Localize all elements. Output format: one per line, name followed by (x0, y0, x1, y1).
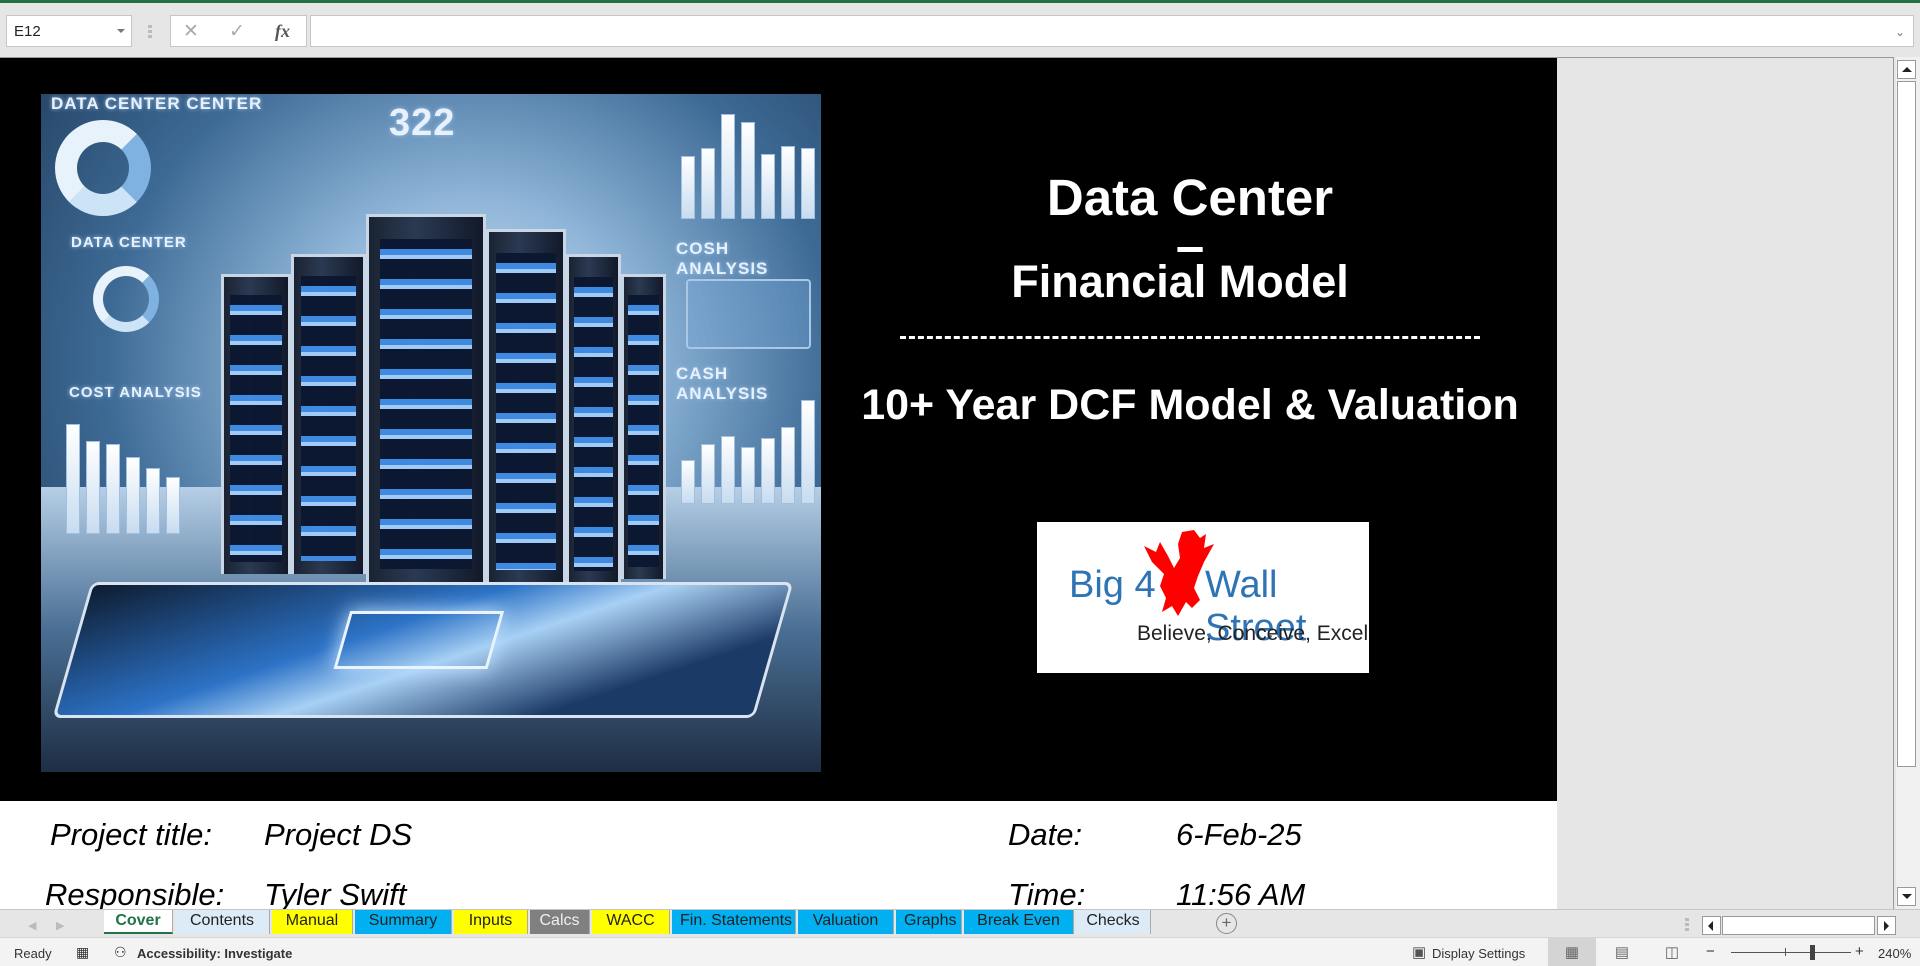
sheet-tab-valuation[interactable]: Valuation (798, 910, 894, 934)
accessibility-icon[interactable]: ⚇ (114, 944, 127, 961)
zoom-in-button[interactable]: + (1855, 943, 1864, 960)
insert-function-icon[interactable]: fx (275, 21, 290, 42)
zoom-slider[interactable] (1731, 952, 1851, 953)
zoom-slider-thumb[interactable] (1810, 945, 1815, 960)
cover-banner: DATA CENTER CENTER DATA CENTER COST ANAL… (0, 58, 1557, 801)
project-title-value[interactable]: Project DS (264, 817, 412, 853)
zoom-slider-midpoint (1785, 948, 1786, 956)
scroll-down-icon[interactable] (1897, 887, 1916, 906)
page-layout-icon: ▤ (1614, 944, 1630, 961)
server-rack-graphic (366, 214, 486, 584)
sheet-tab-wacc[interactable]: WACC (592, 910, 670, 934)
enter-icon[interactable]: ✓ (229, 20, 245, 43)
vertical-scrollbar[interactable] (1896, 57, 1920, 909)
date-label: Date: (1008, 817, 1083, 852)
hero-image: DATA CENTER CENTER DATA CENTER COST ANAL… (41, 94, 821, 772)
donut-chart-graphic (93, 266, 159, 332)
hud-label: DATA CENTER (71, 234, 187, 251)
expand-formula-bar-icon[interactable]: ⌄ (1895, 25, 1905, 39)
bar-chart-graphic (681, 114, 815, 219)
scroll-right-icon[interactable] (1877, 916, 1896, 935)
formula-input[interactable]: ⌄ (310, 15, 1914, 47)
horizontal-scrollbar[interactable] (1702, 916, 1896, 935)
time-value[interactable]: 11:56 AM (1176, 877, 1305, 913)
server-rack-graphic (291, 254, 366, 574)
responsible-label: Responsible: (45, 877, 225, 912)
add-sheet-button[interactable]: + (1216, 913, 1237, 934)
horizontal-scroll-thumb[interactable] (1722, 916, 1875, 935)
subtitle: 10+ Year DCF Model & Valuation (861, 381, 1519, 429)
hud-number: 322 (389, 102, 456, 144)
normal-view-button[interactable]: ▦ (1548, 938, 1596, 966)
title-line-2: Financial Model (1011, 256, 1349, 307)
logo-tagline: Believe, Conceive, Excel (1137, 622, 1369, 645)
hud-label: COSH ANALYSIS (676, 239, 769, 278)
formula-bar: E12 ✕ ✓ fx ⌄ (0, 3, 1920, 57)
tablet-graphic (52, 582, 794, 718)
sheet-tab-contents[interactable]: Contents (175, 910, 270, 934)
grid-icon: ▦ (1564, 944, 1580, 961)
donut-chart-graphic (55, 120, 151, 216)
sheet-tab-fin-statements[interactable]: Fin. Statements (672, 910, 796, 934)
display-settings-icon[interactable]: ▣ (1412, 943, 1426, 961)
page-layout-view-button[interactable]: ▤ (1598, 938, 1646, 966)
title-separator (900, 336, 1480, 339)
status-bar: Ready ▦ ⚇ Accessibility: Investigate ▣ D… (0, 937, 1920, 966)
page-break-view-button[interactable]: ◫ (1648, 938, 1696, 966)
accessibility-status[interactable]: Accessibility: Investigate (137, 946, 292, 961)
name-box[interactable]: E12 (6, 15, 132, 47)
chevron-down-icon[interactable] (117, 29, 125, 33)
formula-buttons: ✕ ✓ fx (170, 15, 307, 47)
sheet-tab-summary[interactable]: Summary (355, 910, 452, 934)
bar-chart-graphic (66, 424, 180, 534)
server-rack-graphic (486, 229, 566, 584)
zoom-out-button[interactable]: − (1706, 943, 1715, 960)
sheet-tab-inputs[interactable]: Inputs (454, 910, 528, 934)
worksheet-grid[interactable]: DATA CENTER CENTER DATA CENTER COST ANAL… (0, 57, 1894, 913)
sheet-tab-manual[interactable]: Manual (272, 910, 353, 934)
company-logo: Big 4 Wall Street Believe, Conceive, Exc… (1037, 522, 1369, 673)
hud-label: DATA CENTER CENTER (51, 94, 263, 113)
server-rack-graphic (621, 274, 666, 579)
display-settings-button[interactable]: Display Settings (1432, 946, 1525, 961)
server-rack-graphic (566, 254, 621, 584)
hud-label: COST ANALYSIS (69, 384, 202, 401)
resize-grip-icon[interactable] (148, 25, 152, 39)
name-box-value: E12 (14, 23, 41, 40)
sheet-tab-cover[interactable]: Cover (104, 910, 173, 934)
tab-scroll-left-icon[interactable]: ◀ (28, 919, 36, 932)
cancel-icon[interactable]: ✕ (183, 20, 199, 43)
sheet-tab-calcs[interactable]: Calcs (530, 910, 590, 934)
scroll-left-icon[interactable] (1702, 916, 1721, 935)
sheet-tab-graphs[interactable]: Graphs (896, 910, 962, 934)
sheet-tab-break-even[interactable]: Break Even (964, 910, 1074, 934)
sheet-tabs-bar: ◀ ▶ Cover Contents Manual Summary Inputs Calc… (0, 909, 1920, 937)
hud-panel (686, 279, 811, 349)
responsible-value[interactable]: Tyler Swift (264, 877, 406, 913)
resize-grip-icon[interactable] (1685, 918, 1689, 932)
date-value[interactable]: 6-Feb-25 (1176, 817, 1302, 853)
ready-status: Ready (14, 946, 52, 961)
time-label: Time: (1008, 877, 1086, 912)
page-break-icon: ◫ (1664, 944, 1680, 961)
tab-scroll-right-icon[interactable]: ▶ (56, 919, 64, 932)
vertical-scroll-thumb[interactable] (1897, 81, 1916, 767)
project-title-label: Project title: (50, 817, 212, 852)
macro-record-icon[interactable]: ▦ (76, 944, 89, 961)
bar-chart-graphic (681, 394, 815, 504)
sheet-tab-checks[interactable]: Checks (1076, 910, 1151, 934)
project-info-section: Project title: Project DS Responsible: T… (0, 801, 1557, 913)
server-rack-graphic (221, 274, 291, 574)
scroll-up-icon[interactable] (1897, 60, 1916, 79)
zoom-level[interactable]: 240% (1878, 946, 1911, 961)
